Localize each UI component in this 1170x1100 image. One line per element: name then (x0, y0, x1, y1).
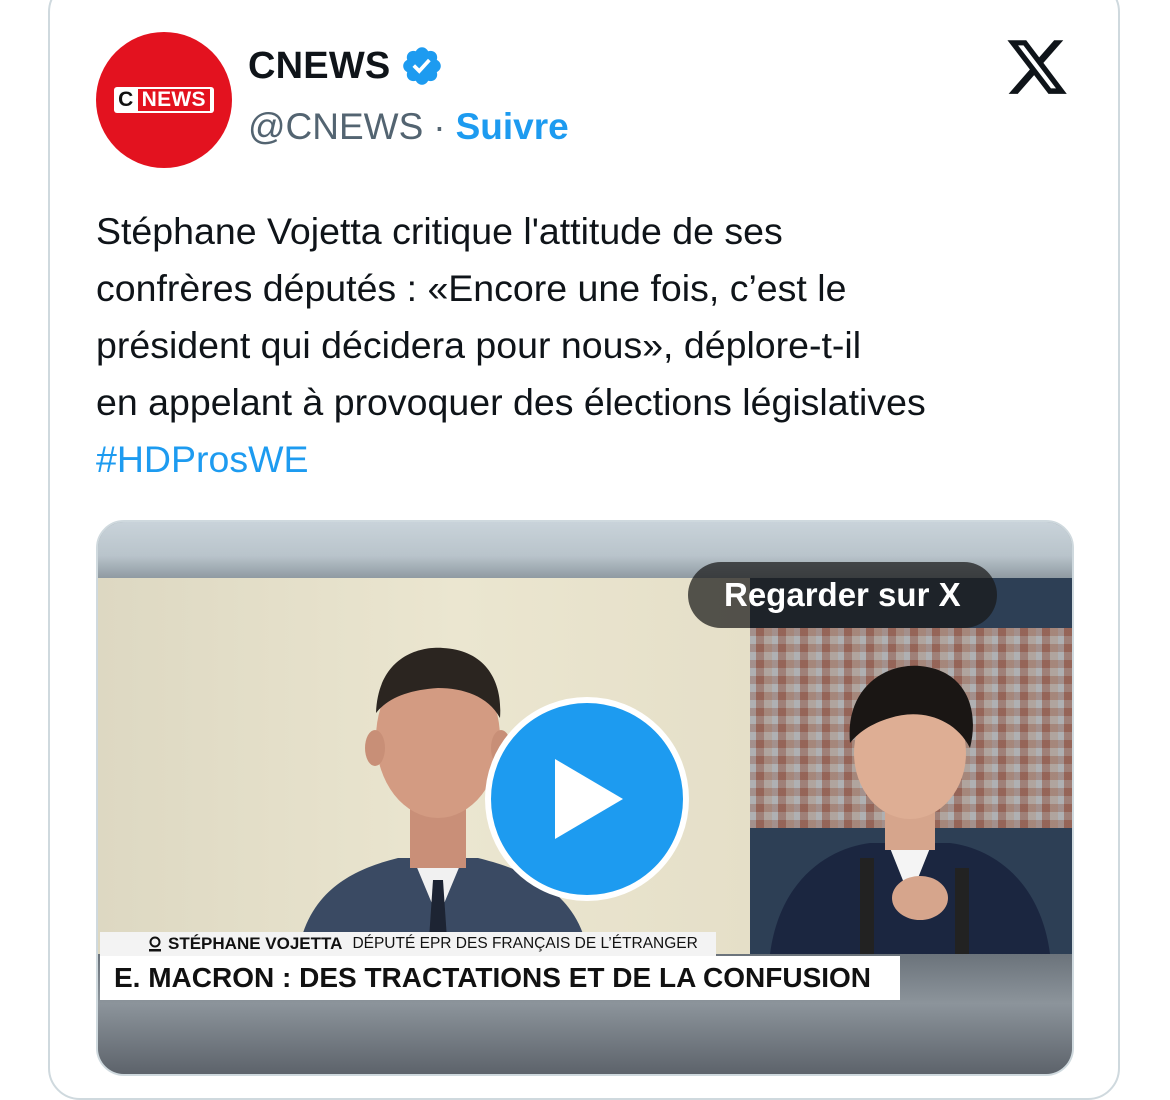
logo-c: C (118, 88, 134, 111)
author-name-row: CNEWS (248, 44, 444, 88)
video-right-feed (750, 578, 1072, 954)
tweet-line: confrères députés : «Encore une fois, c’… (96, 267, 847, 309)
lower-third-headline: E. MACRON : DES TRACTATIONS ET DE LA CON… (100, 956, 900, 1000)
tweet-line: en appelant à provoquer des élections lé… (96, 381, 926, 423)
separator-dot: · (433, 106, 446, 147)
author-handle[interactable]: @CNEWS (248, 106, 423, 148)
lower-third-name-bar: STÉPHANE VOJETTA DÉPUTÉ EPR DES FRANÇAIS… (100, 932, 716, 956)
location-pin-icon (149, 936, 161, 952)
verified-badge-icon (403, 47, 442, 85)
author-handle-row: @CNEWS · Suivre (248, 106, 569, 148)
x-logo-icon[interactable] (1004, 34, 1070, 100)
watch-on-x-button[interactable]: Regarder sur X (688, 562, 997, 628)
video-player[interactable]: STÉPHANE VOJETTA DÉPUTÉ EPR DES FRANÇAIS… (96, 520, 1074, 1076)
lower-third-name: STÉPHANE VOJETTA (168, 934, 343, 953)
follow-button[interactable]: Suivre (456, 106, 569, 148)
avatar[interactable]: C NEWS (96, 32, 232, 168)
host-image (770, 665, 1050, 954)
tweet-line: Stéphane Vojetta critique l'attitude de … (96, 210, 783, 252)
tweet-text: Stéphane Vojetta critique l'attitude de … (96, 203, 1086, 488)
play-button[interactable] (485, 697, 689, 901)
lower-third-role: DÉPUTÉ EPR DES FRANÇAIS DE L’ÉTRANGER (352, 935, 698, 952)
logo-news: NEWS (137, 89, 210, 111)
play-icon (555, 759, 623, 839)
display-name[interactable]: CNEWS (248, 45, 390, 88)
tweet-line: président qui décidera pour nous», déplo… (96, 324, 862, 366)
cnews-logo: C NEWS (114, 87, 214, 113)
hashtag-link[interactable]: #HDProsWE (96, 438, 309, 480)
